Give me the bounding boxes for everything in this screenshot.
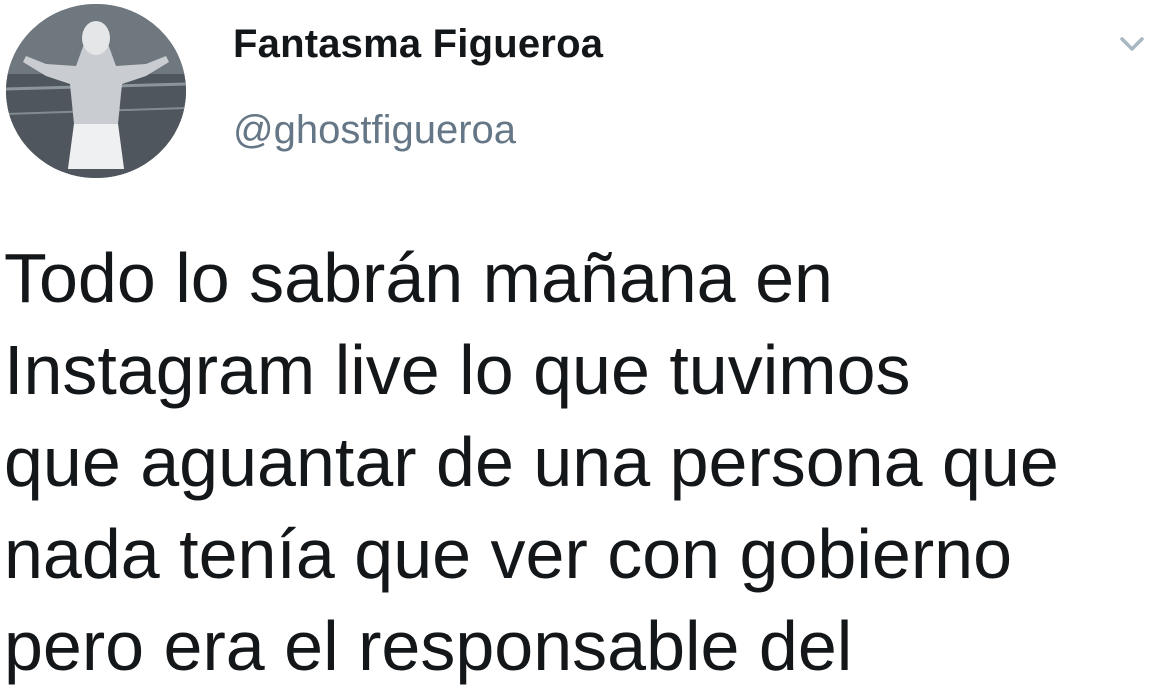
tweet-text-line: Todo lo sabrán mañana en xyxy=(4,239,833,317)
author-handle[interactable]: @ghostfigueroa xyxy=(233,108,516,153)
tweet-text-line: que aguantar de una persona que xyxy=(4,423,1059,501)
tweet-card: Fantasma Figueroa @ghostfigueroa Todo lo… xyxy=(0,0,1160,700)
tweet-text-line: nada tenía que ver con gobierno xyxy=(4,515,1012,593)
chevron-down-icon[interactable] xyxy=(1112,24,1152,64)
author-display-name[interactable]: Fantasma Figueroa xyxy=(233,22,603,67)
tweet-text: Todo lo sabrán mañana en Instagram live … xyxy=(4,232,1154,692)
avatar[interactable] xyxy=(6,4,186,178)
tweet-text-line: pero era el responsable del xyxy=(4,607,853,685)
avatar-photo xyxy=(6,4,186,178)
tweet-text-line: Instagram live lo que tuvimos xyxy=(4,331,911,409)
